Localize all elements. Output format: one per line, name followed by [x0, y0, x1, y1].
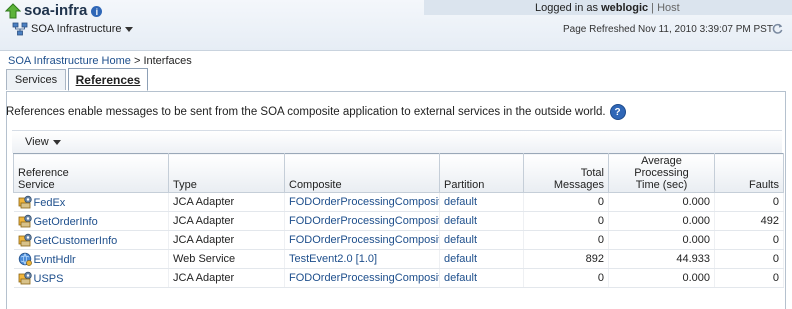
cell-reference-service: GetOrderInfo: [13, 211, 169, 231]
cell-average-processing-time: 0.000: [608, 211, 715, 231]
column-header-partition[interactable]: Partition: [439, 153, 524, 193]
table-row[interactable]: USPS JCA Adapter FODOrderProcessingComposi…: [13, 268, 784, 288]
column-header-total-messages[interactable]: Total Messages: [523, 153, 609, 193]
composite-link[interactable]: TestEvent2.0 [1.0]: [289, 253, 377, 265]
cell-type: JCA Adapter: [168, 268, 285, 288]
partition-link[interactable]: default: [444, 215, 477, 227]
chevron-down-icon: [52, 139, 61, 145]
cell-faults: 0: [714, 192, 784, 212]
cell-total-messages: 892: [523, 249, 609, 269]
composite-link[interactable]: FODOrderProcessingComposite: [289, 234, 439, 246]
refresh-icon[interactable]: [771, 22, 784, 35]
description: References enable messages to be sent fr…: [6, 104, 626, 120]
cell-reference-service: USPS: [13, 268, 169, 288]
column-header-composite[interactable]: Composite: [284, 153, 440, 193]
references-table: Reference Service Type Composite Partitio…: [13, 153, 784, 288]
reference-service-link[interactable]: EvntHdlr: [34, 254, 76, 266]
cell-faults: 492: [714, 211, 784, 231]
logged-in-label: Logged in as: [535, 2, 598, 14]
cell-total-messages: 0: [523, 192, 609, 212]
cell-type: JCA Adapter: [168, 211, 285, 231]
breadcrumb-separator: >: [130, 55, 144, 67]
jca-adapter-icon: [18, 195, 32, 209]
column-header-average-processing-time[interactable]: Average Processing Time (sec): [608, 153, 715, 193]
cell-partition: default: [439, 249, 524, 269]
cell-average-processing-time: 0.000: [608, 192, 715, 212]
breadcrumb-current: Interfaces: [143, 55, 192, 67]
reference-service-link[interactable]: FedEx: [34, 197, 66, 209]
partition-link[interactable]: default: [444, 196, 477, 208]
breadcrumb-home-link[interactable]: SOA Infrastructure Home: [8, 55, 131, 67]
cell-composite: FODOrderProcessingComposite: [284, 211, 440, 231]
cell-composite: TestEvent2.0 [1.0]: [284, 249, 440, 269]
cell-type: JCA Adapter: [168, 192, 285, 212]
page-refreshed-text: Page Refreshed Nov 11, 2010 3:39:07 PM P…: [563, 24, 773, 35]
soa-infrastructure-label: SOA Infrastructure: [31, 23, 122, 35]
table-row[interactable]: GetOrderInfo JCA Adapter FODOrderProcessin…: [13, 211, 784, 231]
chevron-down-icon: [125, 26, 134, 32]
view-menu-button[interactable]: View: [25, 136, 61, 148]
cell-total-messages: 0: [523, 268, 609, 288]
jca-adapter-icon: [18, 214, 32, 228]
breadcrumb: SOA Infrastructure Home > Interfaces: [8, 55, 192, 67]
cell-average-processing-time: 0.000: [608, 268, 715, 288]
column-header-faults[interactable]: Faults: [714, 153, 784, 193]
table-row[interactable]: EvntHdlr Web Service TestEvent2.0 [1.0] def…: [13, 249, 784, 269]
soa-infrastructure-menu[interactable]: SOA Infrastructure: [12, 22, 134, 36]
column-header-type[interactable]: Type: [168, 153, 285, 193]
cell-composite: FODOrderProcessingComposite: [284, 230, 440, 250]
cell-partition: default: [439, 192, 524, 212]
reference-service-link[interactable]: GetCustomerInfo: [34, 235, 118, 247]
cell-composite: FODOrderProcessingComposite: [284, 192, 440, 212]
title-row: soa-infra i: [5, 2, 103, 19]
cell-reference-service: FedEx: [13, 192, 169, 212]
cell-average-processing-time: 0.000: [608, 230, 715, 250]
table-body: FedEx JCA Adapter FODOrderProcessingCompos…: [13, 192, 784, 288]
composite-link[interactable]: FODOrderProcessingComposite: [289, 272, 439, 284]
tab-services[interactable]: Services: [6, 69, 66, 90]
user-name[interactable]: weblogic: [601, 2, 648, 14]
composite-link[interactable]: FODOrderProcessingComposite: [289, 215, 439, 227]
jca-adapter-icon: [18, 271, 32, 285]
cell-faults: 0: [714, 230, 784, 250]
info-icon[interactable]: i: [91, 6, 103, 17]
cell-type: Web Service: [168, 249, 285, 269]
cell-faults: 0: [714, 268, 784, 288]
login-info: Logged in as weblogic | Host: [535, 2, 680, 14]
column-header-reference-service[interactable]: Reference Service: [13, 153, 169, 193]
partition-link[interactable]: default: [444, 272, 477, 284]
jca-adapter-icon: [18, 233, 32, 247]
soa-infrastructure-icon: [12, 22, 28, 36]
partition-link[interactable]: default: [444, 234, 477, 246]
reference-service-link[interactable]: GetOrderInfo: [34, 216, 98, 228]
partition-link[interactable]: default: [444, 253, 477, 265]
help-icon[interactable]: ?: [609, 104, 626, 120]
cell-total-messages: 0: [523, 230, 609, 250]
cell-partition: default: [439, 211, 524, 231]
table-header-row: Reference Service Type Composite Partitio…: [13, 153, 784, 193]
cell-partition: default: [439, 268, 524, 288]
tab-references[interactable]: References: [68, 68, 148, 91]
cell-composite: FODOrderProcessingComposite: [284, 268, 440, 288]
view-label: View: [25, 136, 49, 148]
composite-link[interactable]: FODOrderProcessingComposite: [289, 196, 439, 208]
cell-reference-service: EvntHdlr: [13, 249, 169, 269]
host-label[interactable]: Host: [657, 2, 680, 14]
cell-faults: 0: [714, 249, 784, 269]
reference-service-link[interactable]: USPS: [34, 273, 64, 285]
table-toolbar: View: [12, 130, 782, 153]
web-service-icon: [18, 252, 32, 266]
cell-partition: default: [439, 230, 524, 250]
table-row[interactable]: GetCustomerInfo JCA Adapter FODOrderProces…: [13, 230, 784, 250]
cell-type: JCA Adapter: [168, 230, 285, 250]
page-title: soa-infra: [24, 2, 88, 19]
up-arrow-icon[interactable]: [5, 2, 21, 19]
table-row[interactable]: FedEx JCA Adapter FODOrderProcessingCompos…: [13, 192, 784, 212]
cell-reference-service: GetCustomerInfo: [13, 230, 169, 250]
page-header: soa-infra i SOA Infrastructure Logged in…: [0, 0, 792, 51]
cell-average-processing-time: 44.933: [608, 249, 715, 269]
cell-total-messages: 0: [523, 211, 609, 231]
description-text: References enable messages to be sent fr…: [6, 106, 606, 118]
